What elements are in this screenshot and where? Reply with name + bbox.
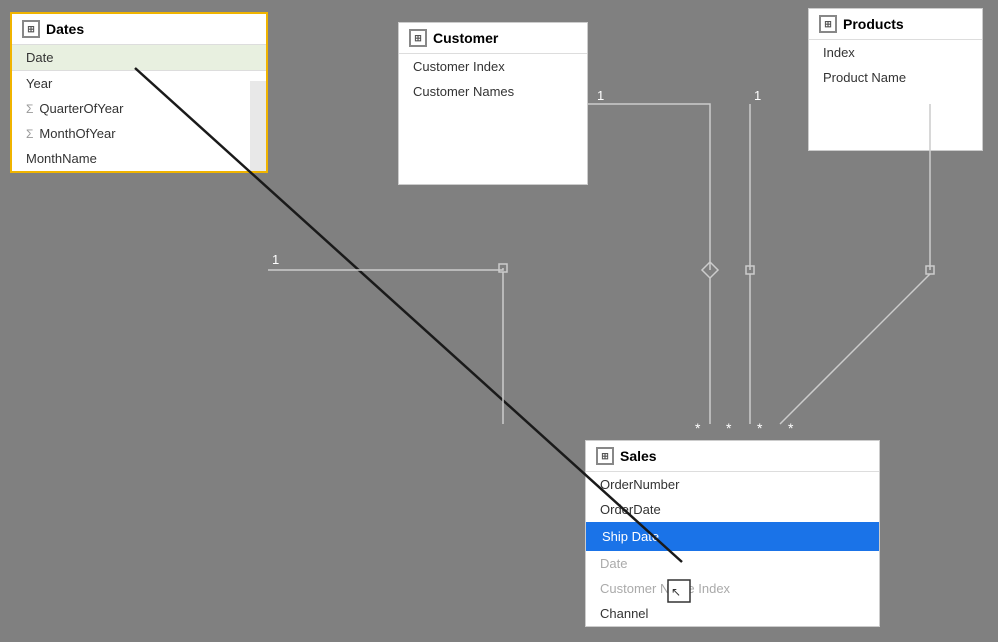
sales-customerindex-label: Customer Name Index xyxy=(600,581,730,596)
customer-card-spacer xyxy=(399,104,587,184)
products-table[interactable]: ⊞ Products Index Product Name xyxy=(808,8,983,151)
sales-table-header: ⊞ Sales xyxy=(586,441,879,472)
svg-text:1: 1 xyxy=(597,88,604,103)
svg-text:1: 1 xyxy=(754,88,761,103)
customer-table[interactable]: ⊞ Customer Customer Index Customer Names xyxy=(398,22,588,185)
sales-table[interactable]: ⊞ Sales OrderNumber OrderDate Ship Date … xyxy=(585,440,880,627)
products-table-icon: ⊞ xyxy=(819,15,837,33)
customer-names-label: Customer Names xyxy=(413,84,514,99)
dates-scrollbar[interactable] xyxy=(250,81,266,171)
sales-channel-label: Channel xyxy=(600,606,648,621)
sales-table-title: Sales xyxy=(620,448,657,464)
dates-year-label: Year xyxy=(26,76,52,91)
sales-field-channel[interactable]: Channel xyxy=(586,601,879,626)
dates-table-title: Dates xyxy=(46,21,84,37)
products-field-productname[interactable]: Product Name xyxy=(809,65,982,90)
customer-table-icon: ⊞ xyxy=(409,29,427,47)
dates-date-label: Date xyxy=(26,50,53,65)
sales-field-customerindex[interactable]: Customer Name Index xyxy=(586,576,879,601)
sales-shipdate-label: Ship Date xyxy=(602,529,659,544)
dates-monthname-label: MonthName xyxy=(26,151,97,166)
sigma-icon-1: Σ xyxy=(26,102,33,116)
dates-field-monthname[interactable]: MonthName xyxy=(12,146,266,171)
customer-table-title: Customer xyxy=(433,30,498,46)
sales-field-orderdate[interactable]: OrderDate xyxy=(586,497,879,522)
products-table-title: Products xyxy=(843,16,904,32)
dates-table[interactable]: ⊞ Dates Date Year Σ QuarterOfYear Σ Mont… xyxy=(10,12,268,173)
sales-date-label: Date xyxy=(600,556,627,571)
svg-text:*: * xyxy=(695,420,701,436)
products-field-index[interactable]: Index xyxy=(809,40,982,65)
svg-text:*: * xyxy=(788,420,794,436)
dates-field-year[interactable]: Year xyxy=(12,71,266,96)
svg-text:1: 1 xyxy=(272,252,279,267)
products-productname-label: Product Name xyxy=(823,70,906,85)
dates-field-monthofyear[interactable]: Σ MonthOfYear xyxy=(12,121,266,146)
customer-field-names[interactable]: Customer Names xyxy=(399,79,587,104)
sales-field-ordernumber[interactable]: OrderNumber xyxy=(586,472,879,497)
sales-table-icon: ⊞ xyxy=(596,447,614,465)
customer-field-index[interactable]: Customer Index xyxy=(399,54,587,79)
sales-orderdate-label: OrderDate xyxy=(600,502,661,517)
sales-ordernumber-label: OrderNumber xyxy=(600,477,679,492)
dates-field-quarterofyear[interactable]: Σ QuarterOfYear xyxy=(12,96,266,121)
sigma-icon-2: Σ xyxy=(26,127,33,141)
dates-table-header: ⊞ Dates xyxy=(12,14,266,45)
dates-field-date[interactable]: Date xyxy=(12,45,266,71)
dates-quarterofyear-label: QuarterOfYear xyxy=(39,101,123,116)
products-card-spacer xyxy=(809,90,982,150)
dates-table-icon: ⊞ xyxy=(22,20,40,38)
dates-monthofyear-label: MonthOfYear xyxy=(39,126,115,141)
products-table-header: ⊞ Products xyxy=(809,9,982,40)
customer-table-header: ⊞ Customer xyxy=(399,23,587,54)
svg-text:*: * xyxy=(726,420,732,436)
sales-field-date[interactable]: Date xyxy=(586,551,879,576)
sales-field-shipdate[interactable]: Ship Date xyxy=(586,522,879,551)
svg-text:*: * xyxy=(757,420,763,436)
customer-index-label: Customer Index xyxy=(413,59,505,74)
products-index-label: Index xyxy=(823,45,855,60)
